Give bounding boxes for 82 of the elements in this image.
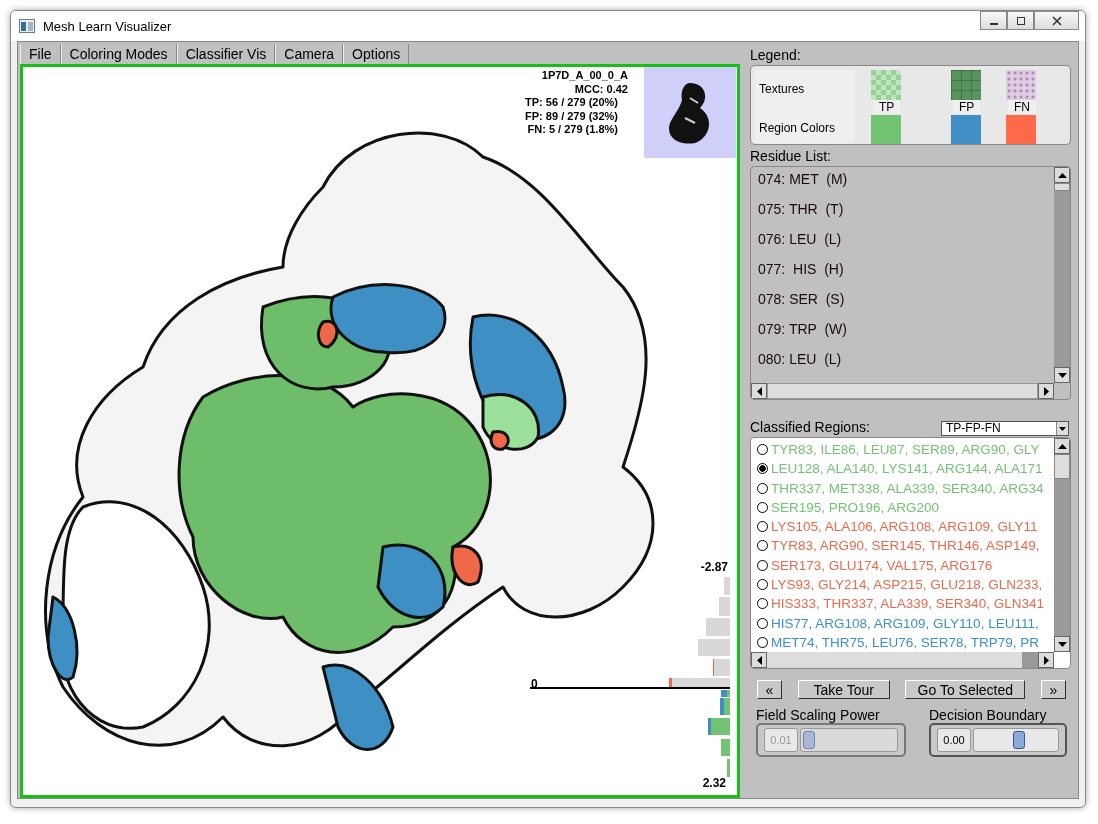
residue-item[interactable]: 077: HIS (H) xyxy=(758,259,1054,289)
histogram-bar xyxy=(669,678,730,687)
stats-text: MCC: 0.42 xyxy=(574,82,628,96)
legend-label: TP xyxy=(873,100,901,114)
residue-list-heading: Residue List: xyxy=(750,148,832,165)
filter-dropdown[interactable]: TP-FP-FN xyxy=(941,421,1069,436)
stats-text: 1P7D_A_00_0_A xyxy=(541,69,628,83)
stats-text: FP: 89 / 279 (32%) xyxy=(525,109,618,123)
histogram-bar xyxy=(719,597,730,616)
horizontal-scrollbar[interactable] xyxy=(751,652,1054,668)
histogram-label: 2.32 xyxy=(702,776,726,790)
slider-control[interactable]: 0.00 xyxy=(929,723,1067,757)
residue-item[interactable]: 074: MET (M) xyxy=(758,169,1054,199)
nav-button[interactable]: » xyxy=(1040,680,1066,699)
menu-item[interactable]: File xyxy=(20,44,61,64)
radio-button[interactable] xyxy=(757,482,768,494)
stats-text: TP: 56 / 279 (20%) xyxy=(525,96,618,110)
histogram-bar xyxy=(708,718,730,735)
horizontal-scrollbar[interactable] xyxy=(751,383,1054,399)
minimize-button[interactable] xyxy=(980,11,1007,30)
scroll-down-icon xyxy=(1057,372,1067,378)
scroll-left-icon xyxy=(756,655,762,665)
radio-button[interactable] xyxy=(757,617,768,629)
vertical-scrollbar[interactable] xyxy=(1054,438,1070,652)
histogram-bar xyxy=(698,639,730,656)
scroll-thumb[interactable] xyxy=(1054,183,1070,191)
nav-button[interactable]: Go To Selected xyxy=(905,680,1026,699)
histogram-bar xyxy=(721,739,730,756)
residue-item[interactable]: 079: TRP (W) xyxy=(758,319,1054,349)
radio-button[interactable] xyxy=(757,598,768,610)
scroll-right-icon xyxy=(1043,655,1049,665)
radio-button[interactable] xyxy=(757,540,768,552)
slider-handle[interactable] xyxy=(1012,731,1025,749)
maximize-button[interactable] xyxy=(1007,11,1034,30)
close-button[interactable] xyxy=(1034,11,1079,30)
radio-button[interactable] xyxy=(757,636,768,648)
legend-label: FN xyxy=(1008,100,1036,114)
scroll-down-icon xyxy=(1057,641,1067,647)
histogram-bar xyxy=(706,618,730,636)
residue-item[interactable]: 078: SER (S) xyxy=(758,289,1054,319)
slider-label: Field Scaling Power xyxy=(756,707,881,723)
slider-value: 0.01 xyxy=(764,728,798,752)
histogram-bar xyxy=(727,759,730,777)
classified-regions-heading: Classified Regions: xyxy=(750,419,870,436)
slider-value: 0.00 xyxy=(937,728,971,752)
radio-button[interactable] xyxy=(757,463,768,475)
histogram-bar xyxy=(724,577,730,595)
close-icon xyxy=(1051,15,1062,26)
menu-item[interactable]: Options xyxy=(343,44,410,64)
minimize-icon xyxy=(989,23,998,25)
scroll-up-icon xyxy=(1057,443,1067,449)
radio-button[interactable] xyxy=(757,501,768,513)
vertical-scrollbar[interactable] xyxy=(1054,167,1070,383)
maximize-icon xyxy=(1015,15,1026,26)
scroll-up-icon xyxy=(1057,172,1067,178)
histogram-label: -2.87 xyxy=(700,560,728,574)
residue-item[interactable]: 076: LEU (L) xyxy=(758,229,1054,259)
legend-label: Region Colors xyxy=(755,115,855,143)
stats-text: FN: 5 / 279 (1.8%) xyxy=(527,123,618,137)
nav-button[interactable]: « xyxy=(757,680,782,699)
residue-item[interactable]: 080: LEU (L) xyxy=(758,349,1054,379)
radio-button[interactable] xyxy=(757,444,768,456)
menu-item[interactable]: Camera xyxy=(275,44,344,64)
radio-button[interactable] xyxy=(757,559,768,571)
caret-icon xyxy=(1059,426,1066,431)
legend-label: FP xyxy=(953,100,981,114)
scroll-left-icon xyxy=(756,386,762,396)
slider-label: Decision Boundary xyxy=(929,707,1048,723)
legend-label: Textures xyxy=(755,70,855,115)
window-title: Mesh Learn Visualizer xyxy=(43,18,172,34)
menu-item[interactable]: Classifier Vis xyxy=(176,44,276,64)
app-icon xyxy=(19,19,35,33)
radio-button[interactable] xyxy=(757,521,768,533)
radio-button[interactable] xyxy=(757,579,768,590)
nav-button[interactable]: Take Tour xyxy=(797,680,890,699)
residue-item[interactable]: 075: THR (T) xyxy=(758,199,1054,229)
legend-heading: Legend: xyxy=(750,47,802,64)
menu-item[interactable]: Coloring Modes xyxy=(60,44,177,64)
histogram-bar xyxy=(713,659,730,676)
region-item[interactable]: HIS77, ARG108, ARG109, GLY110, LEU111, xyxy=(771,615,1039,631)
scroll-right-icon xyxy=(1043,386,1049,396)
scroll-thumb[interactable] xyxy=(1054,454,1070,479)
